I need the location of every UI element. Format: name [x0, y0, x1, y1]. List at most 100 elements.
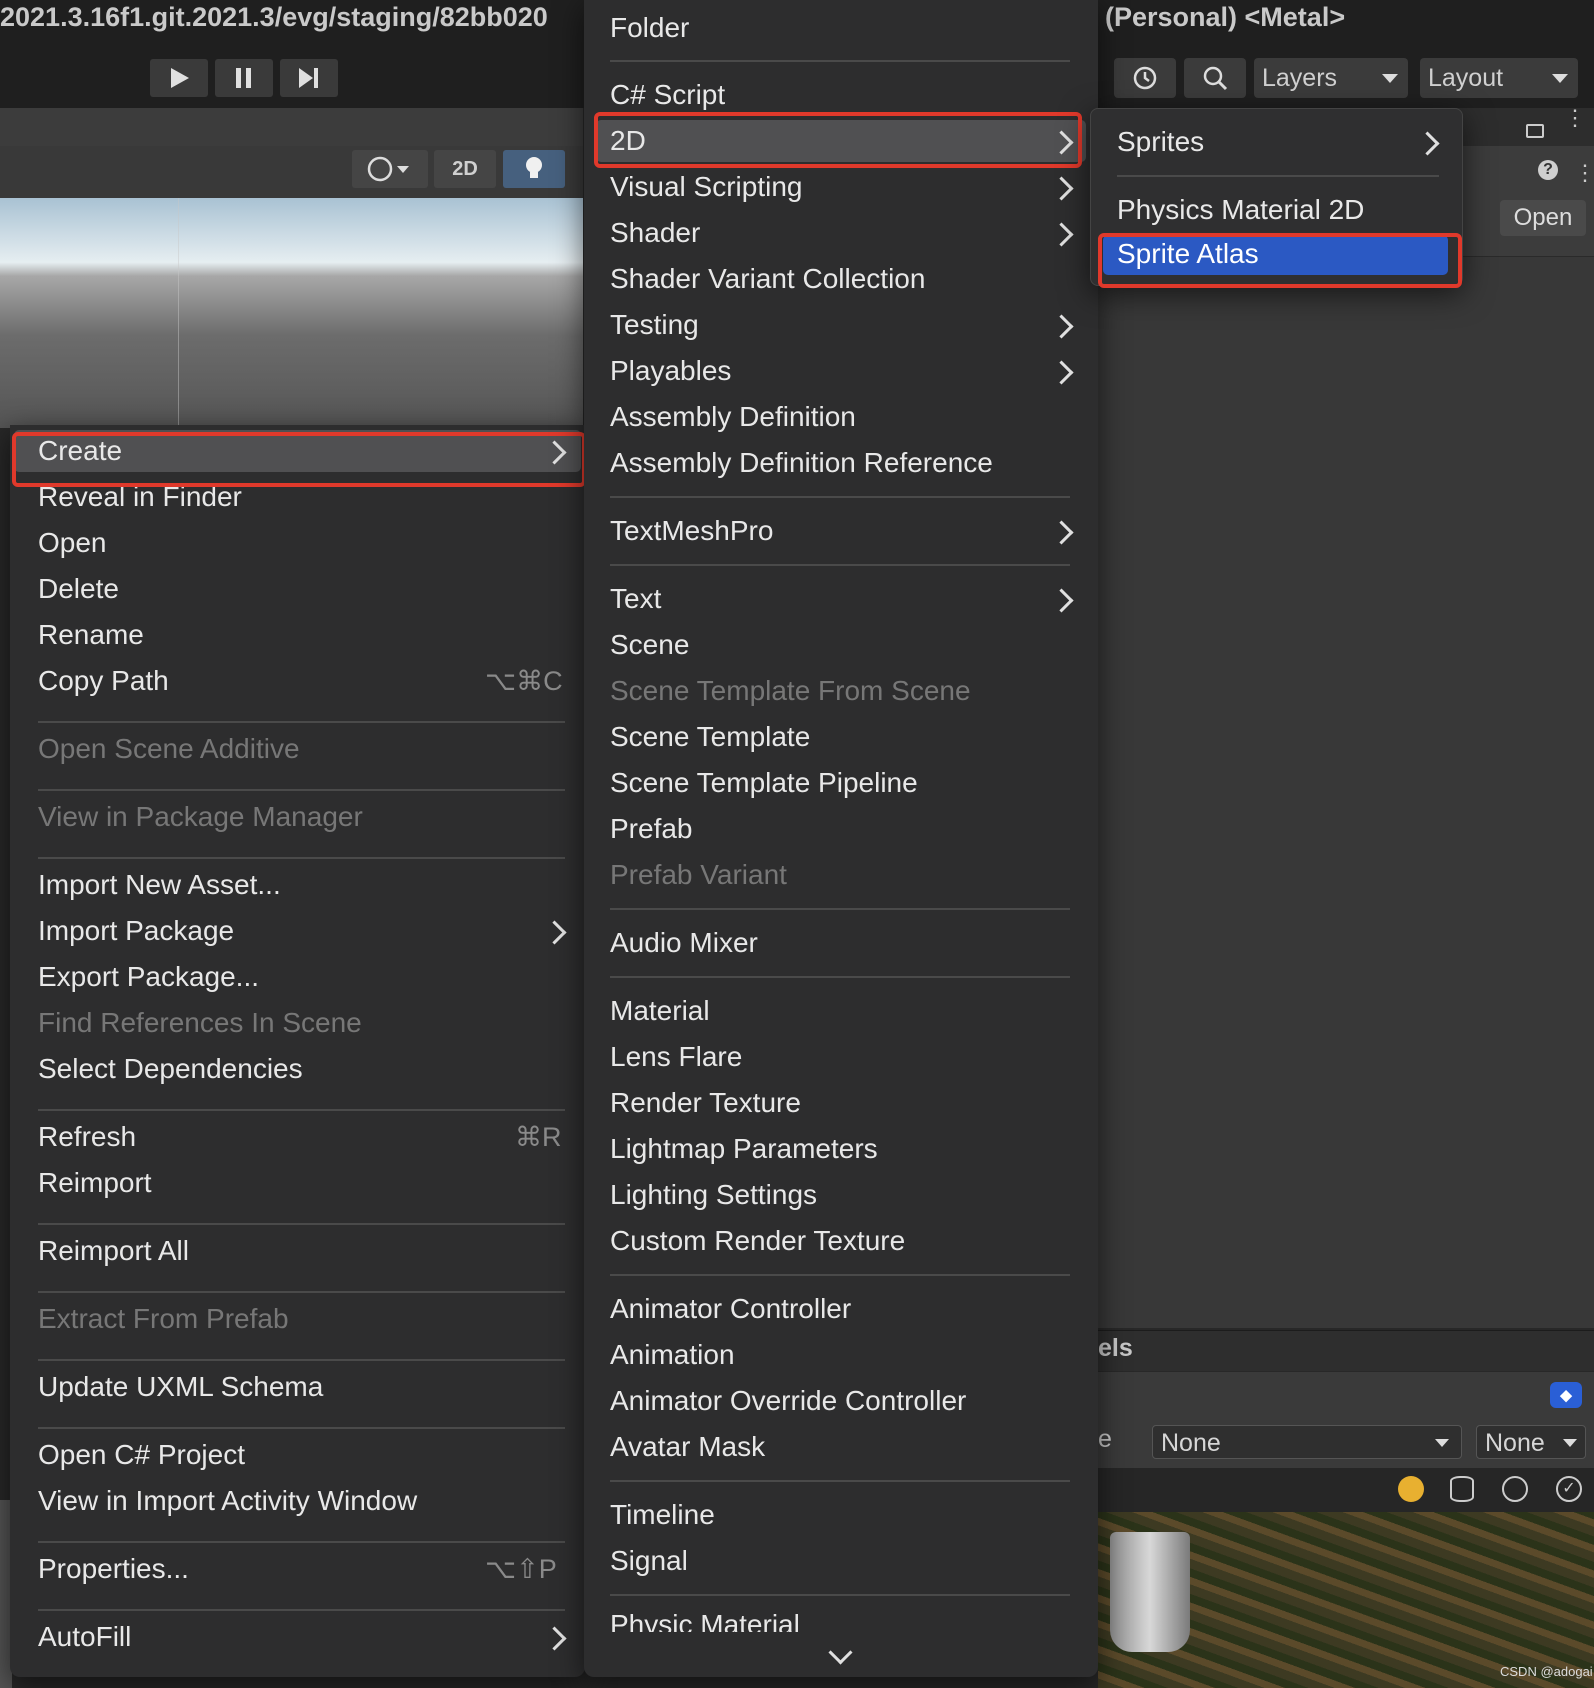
scene-view[interactable]	[0, 198, 583, 428]
toggle-2d-button[interactable]: 2D	[434, 150, 496, 188]
menu-item-signal[interactable]: Signal	[610, 1540, 688, 1582]
menu-item-custom-render-texture[interactable]: Custom Render Texture	[610, 1220, 905, 1262]
menu-item-prefab[interactable]: Prefab	[610, 808, 693, 850]
menu-item-textmeshpro[interactable]: TextMeshPro	[610, 510, 773, 552]
menu-item-animation[interactable]: Animation	[610, 1334, 735, 1376]
menu-item-sprites[interactable]: Sprites	[1117, 121, 1204, 163]
layers-label: Layers	[1262, 63, 1338, 92]
play-button[interactable]	[150, 59, 208, 97]
chevron-down-icon[interactable]	[828, 1640, 853, 1665]
context-menu: Create Reveal in Finder Open Delete Rena…	[10, 425, 585, 1677]
asset-bundle-value: None	[1161, 1429, 1221, 1457]
menu-separator	[38, 1609, 565, 1611]
menu-item-autofill[interactable]: AutoFill	[38, 1616, 131, 1658]
menu-separator	[610, 564, 1070, 566]
more-options-icon[interactable]: ⋮	[1564, 107, 1586, 129]
menu-item-open[interactable]: Open	[38, 522, 107, 564]
menu-item-shader[interactable]: Shader	[610, 212, 700, 254]
menu-item-animator-controller[interactable]: Animator Controller	[610, 1288, 851, 1330]
step-button[interactable]	[280, 59, 338, 97]
menu-item-folder[interactable]: Folder	[610, 7, 689, 49]
menu-item-reimport[interactable]: Reimport	[38, 1162, 152, 1204]
menu-item-csharp-script[interactable]: C# Script	[610, 74, 725, 116]
menu-item-playables[interactable]: Playables	[610, 350, 731, 392]
menu-item-assembly-definition-reference[interactable]: Assembly Definition Reference	[610, 442, 993, 484]
menu-item-find-references: Find References In Scene	[38, 1007, 362, 1038]
menu-item-scene-template[interactable]: Scene Template	[610, 716, 810, 758]
pause-button[interactable]	[215, 59, 273, 97]
menu-item-view-import-activity[interactable]: View in Import Activity Window	[38, 1480, 417, 1522]
lighting-toggle-button[interactable]	[503, 150, 565, 188]
menu-item-delete[interactable]: Delete	[38, 568, 119, 610]
menu-item-update-uxml-schema[interactable]: Update UXML Schema	[38, 1366, 323, 1408]
menu-separator	[1117, 175, 1439, 177]
scene-grid-line	[178, 198, 179, 428]
menu-item-export-package[interactable]: Export Package...	[38, 956, 259, 998]
lock-icon[interactable]	[1526, 124, 1544, 138]
menu-separator	[610, 60, 1070, 62]
menu-item-scene-template-pipeline[interactable]: Scene Template Pipeline	[610, 762, 918, 804]
chevron-right-icon	[542, 920, 567, 945]
asset-bundle-dropdown[interactable]: None	[1152, 1425, 1462, 1459]
menu-item-prefab-variant: Prefab Variant	[610, 859, 787, 890]
editor-tab-strip	[0, 108, 583, 147]
chevron-right-icon	[1415, 131, 1440, 156]
menu-item-properties[interactable]: Properties...	[38, 1548, 189, 1590]
menu-item-import-package[interactable]: Import Package	[38, 910, 234, 952]
menu-item-animator-override-controller[interactable]: Animator Override Controller	[610, 1380, 966, 1422]
label-tag-icon[interactable]: ⬥	[1550, 1382, 1582, 1408]
menu-item-physics-material-2d[interactable]: Physics Material 2D	[1117, 189, 1364, 231]
menu-item-shader-variant-collection[interactable]: Shader Variant Collection	[610, 258, 925, 300]
search-button[interactable]	[1184, 58, 1246, 98]
more-options-icon[interactable]: ⋮	[1574, 160, 1594, 186]
chevron-right-icon	[1049, 588, 1074, 613]
layout-dropdown[interactable]: Layout	[1420, 58, 1578, 98]
menu-item-scene[interactable]: Scene	[610, 624, 689, 666]
menu-item-refresh[interactable]: Refresh	[38, 1116, 136, 1158]
properties-shortcut: ⌥⇧P	[485, 1554, 557, 1584]
menu-item-import-new-asset[interactable]: Import New Asset...	[38, 864, 281, 906]
shading-sphere-icon	[367, 156, 409, 182]
hidden-icon[interactable]	[1502, 1476, 1528, 1502]
asset-variant-dropdown[interactable]: None	[1476, 1425, 1586, 1459]
create-submenu: Folder C# Script 2D Visual Scripting Sha…	[584, 0, 1098, 1677]
history-button[interactable]	[1114, 58, 1176, 98]
menu-item-reimport-all[interactable]: Reimport All	[38, 1230, 189, 1272]
menu-item-physic-material-clipped[interactable]: Physic Material	[610, 1606, 800, 1632]
menu-item-physic-material: Physic Material	[610, 1609, 800, 1632]
menu-item-lens-flare[interactable]: Lens Flare	[610, 1036, 742, 1078]
menu-item-lighting-settings[interactable]: Lighting Settings	[610, 1174, 817, 1216]
search-icon	[1203, 66, 1228, 91]
menu-item-material[interactable]: Material	[610, 990, 710, 1032]
help-icon[interactable]: ?	[1538, 160, 1558, 180]
menu-item-render-texture[interactable]: Render Texture	[610, 1082, 801, 1124]
layers-dropdown[interactable]: Layers	[1254, 58, 1408, 98]
menu-item-testing[interactable]: Testing	[610, 304, 699, 346]
menu-item-rename[interactable]: Rename	[38, 614, 144, 656]
menu-item-text[interactable]: Text	[610, 578, 661, 620]
chevron-right-icon	[1049, 314, 1074, 339]
chevron-down-icon	[1552, 74, 1568, 83]
open-button[interactable]: Open	[1500, 200, 1586, 236]
menu-item-avatar-mask[interactable]: Avatar Mask	[610, 1426, 765, 1468]
check-circle-icon[interactable]: ✓	[1556, 1476, 1582, 1502]
bug-icon[interactable]	[1398, 1476, 1424, 1502]
menu-item-assembly-definition[interactable]: Assembly Definition	[610, 396, 856, 438]
play-icon	[171, 68, 189, 88]
menu-item-open-csharp-project[interactable]: Open C# Project	[38, 1434, 245, 1476]
menu-separator	[38, 857, 565, 859]
menu-item-lightmap-parameters[interactable]: Lightmap Parameters	[610, 1128, 878, 1170]
menu-item-visual-scripting[interactable]: Visual Scripting	[610, 166, 802, 208]
shading-mode-button[interactable]	[352, 150, 428, 188]
chevron-right-icon	[1049, 360, 1074, 385]
menu-item-select-dependencies[interactable]: Select Dependencies	[38, 1048, 303, 1090]
menu-item-audio-mixer[interactable]: Audio Mixer	[610, 922, 758, 964]
menu-item-view-in-package-manager: View in Package Manager	[38, 801, 363, 832]
asset-labels-bar	[1098, 1330, 1594, 1371]
copy-path-shortcut: ⌥⌘C	[485, 666, 563, 696]
menu-item-timeline[interactable]: Timeline	[610, 1494, 715, 1536]
window-title-suffix: (Personal) <Metal>	[1105, 2, 1346, 32]
database-icon[interactable]	[1450, 1476, 1474, 1502]
create-annotation-box	[12, 432, 586, 487]
menu-item-copy-path[interactable]: Copy Path	[38, 660, 169, 702]
